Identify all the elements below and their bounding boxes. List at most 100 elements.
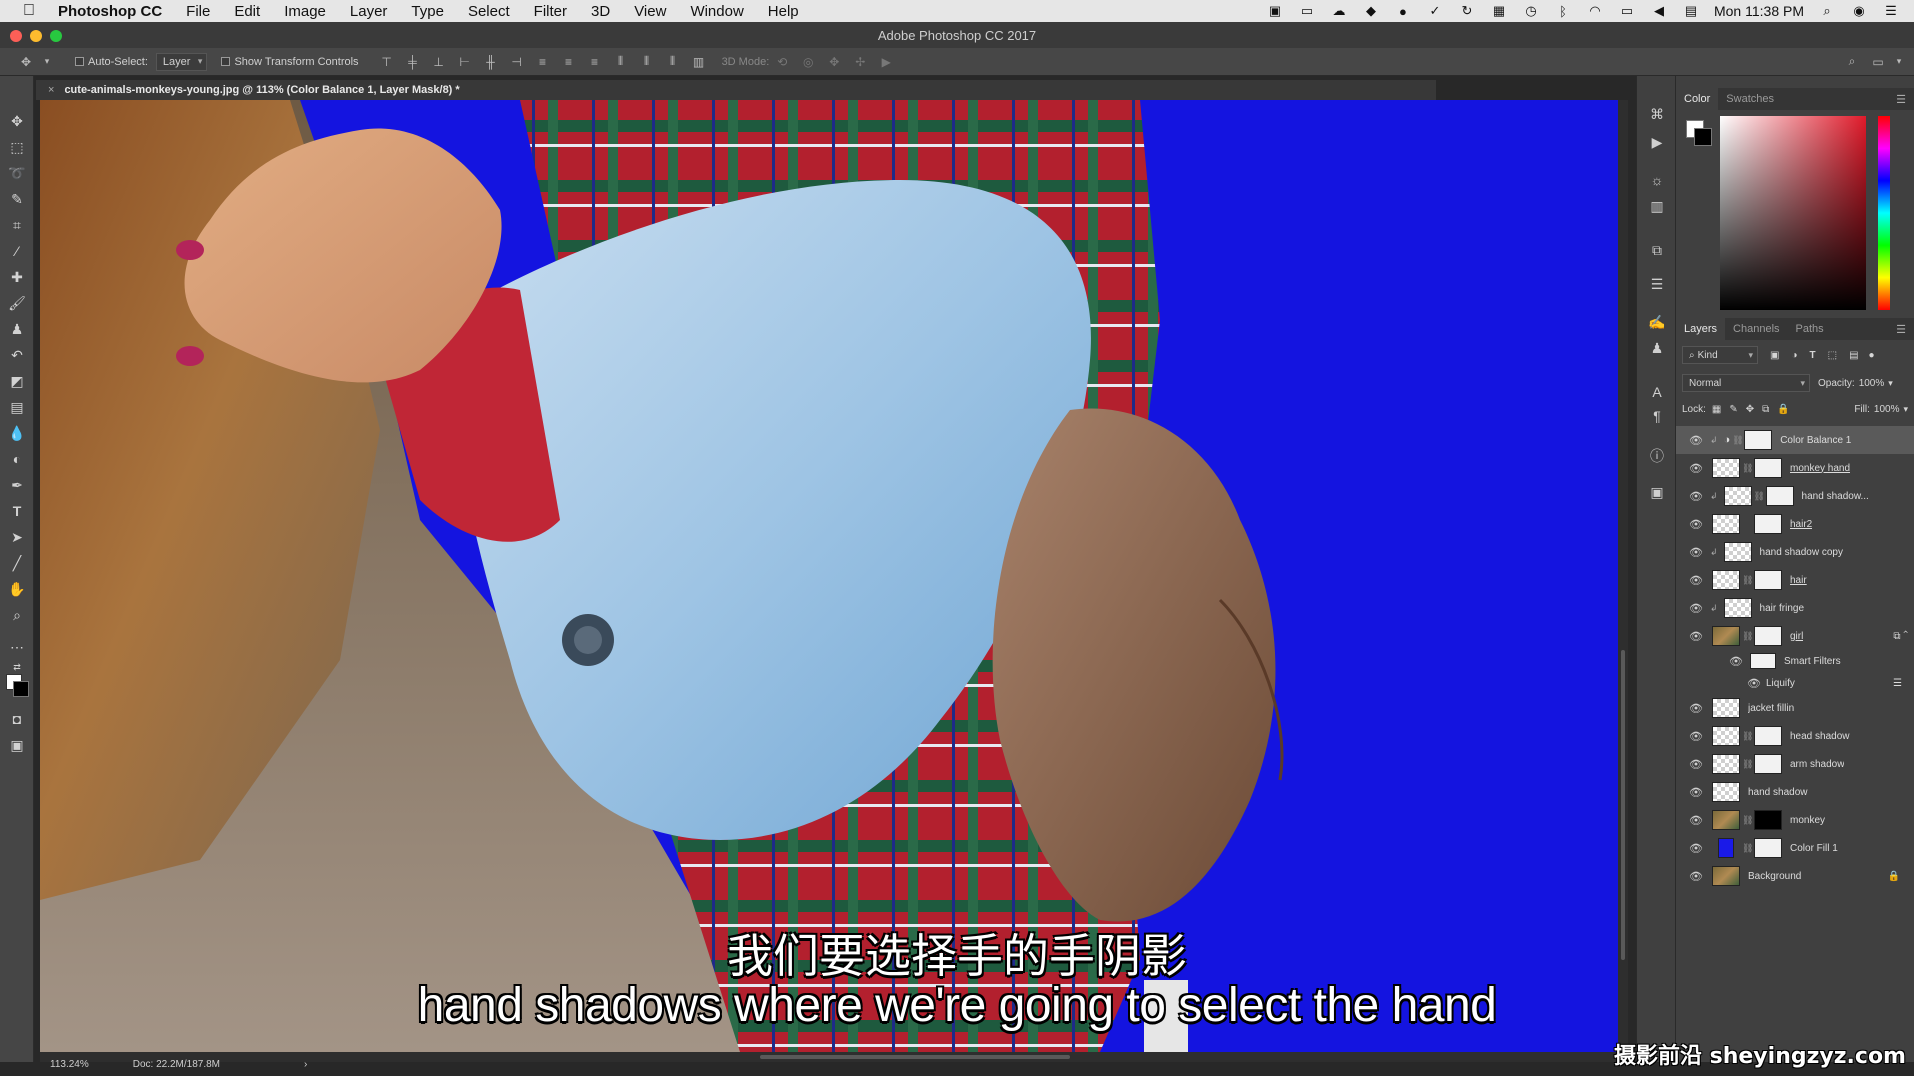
layer-name[interactable]: Color Fill 1 xyxy=(1790,843,1838,854)
visibility-eye-icon[interactable]: 👁 xyxy=(1686,870,1706,883)
distribute-hcenter-icon[interactable]: ⦀ xyxy=(637,53,657,71)
sync-icon[interactable]: ↻ xyxy=(1458,3,1476,18)
creative-cloud-icon[interactable]: ☁ xyxy=(1330,3,1348,18)
filter-name[interactable]: Liquify xyxy=(1766,678,1795,689)
3d-pan-icon[interactable]: ✥ xyxy=(824,53,844,71)
check-icon[interactable]: ✓ xyxy=(1426,3,1444,18)
workspace-chevron-icon[interactable]: ▾ xyxy=(1894,53,1904,71)
layer-mask-thumb[interactable] xyxy=(1754,570,1782,590)
fill-color-thumb[interactable] xyxy=(1718,838,1734,858)
align-top-icon[interactable]: ⊤ xyxy=(377,53,397,71)
smart-filters-label[interactable]: Smart Filters xyxy=(1784,656,1841,667)
list-icon[interactable]: ☰ xyxy=(1882,3,1900,18)
vertical-scrollbar[interactable] xyxy=(1618,100,1628,1052)
wifi-icon[interactable]: ◠ xyxy=(1586,3,1604,18)
layer-name[interactable]: hair2 xyxy=(1790,519,1812,530)
apple-icon[interactable]:  xyxy=(18,0,40,22)
link-icon[interactable]: ⛓ xyxy=(1754,491,1765,502)
lock-artboard-icon[interactable]: ⧉ xyxy=(1762,404,1769,415)
layer-row[interactable]: 👁 hair2 xyxy=(1676,510,1914,538)
visibility-eye-icon[interactable]: 👁 xyxy=(1686,602,1706,615)
distribute-right-icon[interactable]: ⦀ xyxy=(663,53,683,71)
brush-tool-icon[interactable]: 🖌 xyxy=(6,292,28,314)
dropbox-icon[interactable]: ◆ xyxy=(1362,3,1380,18)
layer-mask-thumb[interactable] xyxy=(1754,458,1782,478)
tab-color[interactable]: Color xyxy=(1676,88,1719,110)
time-machine-icon[interactable]: ◷ xyxy=(1522,3,1540,18)
filter-row[interactable]: 👁 Liquify ☰ xyxy=(1676,672,1914,694)
menu-edit[interactable]: Edit xyxy=(234,3,260,20)
crop-tool-icon[interactable]: ⌗ xyxy=(6,214,28,236)
menu-filter[interactable]: Filter xyxy=(534,3,567,20)
layer-mask-thumb[interactable] xyxy=(1765,486,1794,506)
paragraph-icon[interactable]: ¶ xyxy=(1647,406,1667,426)
layer-name[interactable]: monkey hand xyxy=(1790,463,1850,474)
menu-image[interactable]: Image xyxy=(284,3,326,20)
filter-pixel-icon[interactable]: ▣ xyxy=(1770,350,1779,361)
layer-mask-thumb[interactable] xyxy=(1754,514,1782,534)
auto-select-dropdown[interactable]: Layer xyxy=(155,52,208,71)
layer-row[interactable]: 👁 ↲ ⛓ hand shadow... xyxy=(1676,482,1914,510)
layer-thumb[interactable] xyxy=(1712,810,1740,830)
link-icon[interactable]: ⛓ xyxy=(1742,575,1753,586)
visibility-eye-icon[interactable]: 👁 xyxy=(1686,814,1706,827)
notification-icon[interactable]: ● xyxy=(1394,4,1412,19)
layer-name[interactable]: hand shadow copy xyxy=(1760,547,1843,558)
document-canvas[interactable] xyxy=(40,100,1618,1052)
hue-slider[interactable] xyxy=(1878,116,1890,310)
filter-smart-object-icon[interactable]: ▤ xyxy=(1849,350,1858,361)
marquee-tool-icon[interactable]: ⬚ xyxy=(6,136,28,158)
visibility-eye-icon[interactable]: 👁 xyxy=(1686,630,1706,643)
layer-row[interactable]: 👁 hand shadow xyxy=(1676,778,1914,806)
clone-stamp-tool-icon[interactable]: ♟ xyxy=(6,318,28,340)
layer-row[interactable]: 👁 ⛓ head shadow xyxy=(1676,722,1914,750)
layer-mask-thumb[interactable] xyxy=(1744,430,1773,450)
tab-layers[interactable]: Layers xyxy=(1676,318,1726,340)
menu-file[interactable]: File xyxy=(186,3,210,20)
menu-help[interactable]: Help xyxy=(768,3,799,20)
hand-tool-icon[interactable]: ✋ xyxy=(6,578,28,600)
chevron-down-icon[interactable]: ▾ xyxy=(42,53,52,71)
menu-3d[interactable]: 3D xyxy=(591,3,610,20)
auto-select-checkbox[interactable] xyxy=(75,57,84,66)
layer-thumb[interactable] xyxy=(1712,726,1740,746)
lock-transparency-icon[interactable]: ▦ xyxy=(1712,404,1721,415)
layer-thumb[interactable] xyxy=(1712,782,1740,802)
distribute-bottom-icon[interactable]: ≡ xyxy=(585,53,605,71)
character-icon[interactable]: A xyxy=(1647,382,1667,402)
siri-icon[interactable]: ◉ xyxy=(1850,3,1868,18)
fill-chevron-icon[interactable]: ▾ xyxy=(1903,404,1908,415)
3d-scale-icon[interactable]: ▶ xyxy=(876,53,896,71)
gradient-tool-icon[interactable]: ▤ xyxy=(6,396,28,418)
layer-mask-thumb[interactable] xyxy=(1754,726,1782,746)
line-tool-icon[interactable]: ╱ xyxy=(6,552,28,574)
zoom-window-icon[interactable] xyxy=(50,30,62,42)
layer-name[interactable]: hair fringe xyxy=(1760,603,1804,614)
status-arrow-icon[interactable]: › xyxy=(304,1059,307,1070)
brush-presets-icon[interactable]: ♟ xyxy=(1647,338,1667,358)
opacity-value[interactable]: 100% xyxy=(1859,378,1885,389)
menu-type[interactable]: Type xyxy=(411,3,444,20)
layer-row[interactable]: 👁 ⛓ Color Fill 1 xyxy=(1676,834,1914,862)
quick-select-tool-icon[interactable]: ✎ xyxy=(6,188,28,210)
layer-thumb[interactable] xyxy=(1712,754,1740,774)
visibility-eye-icon[interactable]: 👁 xyxy=(1686,490,1706,503)
layer-name[interactable]: head shadow xyxy=(1790,731,1850,742)
layer-name[interactable]: arm shadow xyxy=(1790,759,1844,770)
quick-mask-icon[interactable]: ◘ xyxy=(6,708,28,730)
link-icon[interactable]: ⛓ xyxy=(1742,631,1753,642)
info-icon[interactable]: ⓘ xyxy=(1647,446,1667,466)
layer-thumb[interactable] xyxy=(1723,598,1752,618)
transform-controls-checkbox[interactable] xyxy=(221,57,231,66)
filter-toggle-icon[interactable]: ● xyxy=(1869,350,1875,361)
screen-record-icon[interactable]: ▣ xyxy=(1266,3,1284,18)
tab-channels[interactable]: Channels xyxy=(1725,318,1787,340)
blend-mode-dropdown[interactable]: Normal xyxy=(1682,374,1810,392)
panel-menu-icon[interactable]: ☰ xyxy=(1896,93,1906,106)
history-brush-tool-icon[interactable]: ↶ xyxy=(6,344,28,366)
lock-pixels-icon[interactable]: ✎ xyxy=(1729,404,1737,415)
layer-mask-thumb[interactable] xyxy=(1754,626,1782,646)
layer-row[interactable]: 👁 jacket fillin xyxy=(1676,694,1914,722)
visibility-eye-icon[interactable]: 👁 xyxy=(1686,842,1706,855)
layer-mask-thumb[interactable] xyxy=(1754,838,1782,858)
